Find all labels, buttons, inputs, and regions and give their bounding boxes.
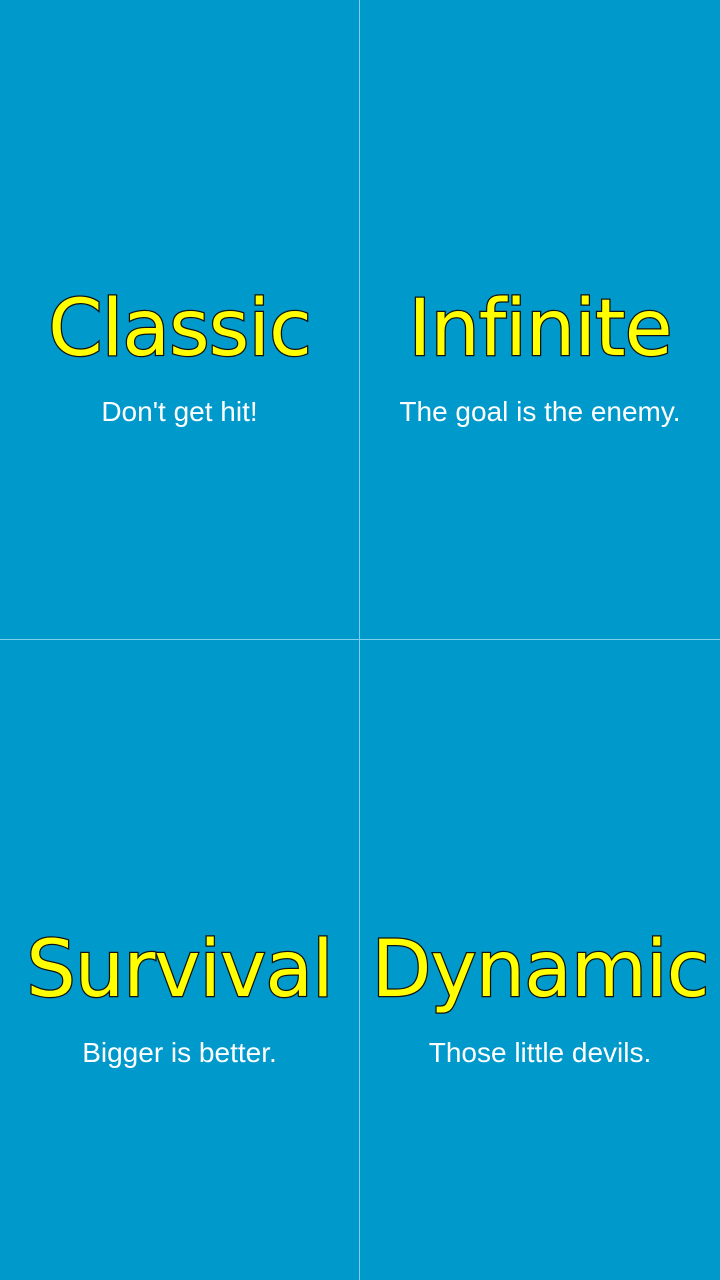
mode-title-survival: Survival <box>25 924 335 1015</box>
mode-select-grid: Classic Don't get hit! Infinite The goal… <box>0 0 720 1280</box>
mode-tile-content: Infinite The goal is the enemy. <box>399 284 681 428</box>
mode-subtitle-classic: Don't get hit! <box>101 396 258 427</box>
mode-title-classic: Classic <box>47 284 313 374</box>
mode-tile-content: Classic Don't get hit! <box>47 284 313 428</box>
mode-tile-survival[interactable]: Survival Bigger is better. <box>0 640 360 1280</box>
mode-subtitle-infinite: The goal is the enemy. <box>399 396 681 427</box>
mode-subtitle-dynamic: Those little devils. <box>428 1036 652 1068</box>
mode-title-dynamic: Dynamic <box>370 924 711 1015</box>
mode-tile-dynamic[interactable]: Dynamic Those little devils. <box>360 640 720 1280</box>
mode-title-infinite: Infinite <box>407 284 674 374</box>
mode-subtitle-survival: Bigger is better. <box>82 1036 277 1068</box>
mode-tile-content: Survival Bigger is better. <box>25 924 335 1069</box>
mode-tile-infinite[interactable]: Infinite The goal is the enemy. <box>360 0 720 640</box>
mode-tile-content: Dynamic Those little devils. <box>370 924 711 1069</box>
mode-tile-classic[interactable]: Classic Don't get hit! <box>0 0 360 640</box>
